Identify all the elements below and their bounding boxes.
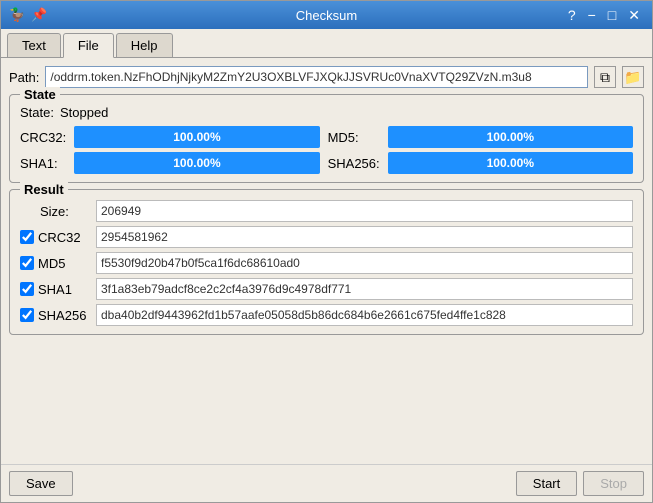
sha1-label-container: SHA1 xyxy=(20,282,90,297)
sha256-progress-bar: 100.00% xyxy=(388,152,633,174)
title-bar: 🦆 📌 Checksum ? − □ ✕ xyxy=(1,1,652,29)
crc32-input[interactable] xyxy=(96,226,633,248)
md5-label: MD5 xyxy=(38,256,65,271)
md5-progress-bar: 100.00% xyxy=(388,126,633,148)
browse-button[interactable]: 📁 xyxy=(622,66,644,88)
path-input[interactable] xyxy=(45,66,588,88)
minimize-button[interactable]: − xyxy=(584,8,600,22)
crc32-row: CRC32 xyxy=(20,226,633,248)
md5-label-container: MD5 xyxy=(20,256,90,271)
state-group-title: State xyxy=(20,87,60,102)
size-input[interactable] xyxy=(96,200,633,222)
sha1-input[interactable] xyxy=(96,278,633,300)
crc32-progress-bar: 100.00% xyxy=(74,126,319,148)
result-grid: Size: CRC32 MD5 xyxy=(20,200,633,326)
state-group: State State: Stopped CRC32: 100.00% MD5:… xyxy=(9,94,644,183)
help-button[interactable]: ? xyxy=(564,8,580,22)
window-title: Checksum xyxy=(296,8,357,23)
main-window: 🦆 📌 Checksum ? − □ ✕ Text File Help Path… xyxy=(0,0,653,503)
sha1-row: SHA1 xyxy=(20,278,633,300)
crc32-progress-value: 100.00% xyxy=(173,130,220,144)
state-label: State: xyxy=(20,105,54,120)
title-bar-buttons: ? − □ ✕ xyxy=(564,8,644,22)
md5-progress-label: MD5: xyxy=(328,130,380,145)
sha256-label-container: SHA256 xyxy=(20,308,90,323)
sha1-progress-label: SHA1: xyxy=(20,156,66,171)
crc32-checkbox[interactable] xyxy=(20,230,34,244)
size-label: Size: xyxy=(40,204,69,219)
sha256-input[interactable] xyxy=(96,304,633,326)
md5-progress-value: 100.00% xyxy=(487,130,534,144)
pin-icon: 📌 xyxy=(31,7,47,23)
bottom-left: Save xyxy=(9,471,73,496)
md5-row: MD5 xyxy=(20,252,633,274)
folder-icon: 📁 xyxy=(624,69,641,86)
path-label: Path: xyxy=(9,70,39,85)
size-row: Size: xyxy=(20,200,633,222)
state-value: Stopped xyxy=(60,105,108,120)
tab-help[interactable]: Help xyxy=(116,33,173,57)
sha256-checkbox[interactable] xyxy=(20,308,34,322)
start-button[interactable]: Start xyxy=(516,471,577,496)
crc32-label-container: CRC32 xyxy=(20,230,90,245)
result-group-title: Result xyxy=(20,182,68,197)
size-label-container: Size: xyxy=(20,204,90,219)
copy-icon: ⧉ xyxy=(600,69,610,86)
sha256-row: SHA256 xyxy=(20,304,633,326)
save-button[interactable]: Save xyxy=(9,471,73,496)
title-bar-left: 🦆 📌 xyxy=(9,7,47,23)
maximize-button[interactable]: □ xyxy=(604,8,620,22)
tab-text[interactable]: Text xyxy=(7,33,61,57)
result-group: Result Size: CRC32 xyxy=(9,189,644,335)
app-icon: 🦆 xyxy=(9,7,25,23)
sha1-label: SHA1 xyxy=(38,282,72,297)
sha1-checkbox[interactable] xyxy=(20,282,34,296)
state-status-row: State: Stopped xyxy=(20,105,633,120)
tab-bar: Text File Help xyxy=(1,29,652,58)
sha256-progress-label: SHA256: xyxy=(328,156,380,171)
md5-input[interactable] xyxy=(96,252,633,274)
crc32-progress-label: CRC32: xyxy=(20,130,66,145)
md5-checkbox[interactable] xyxy=(20,256,34,270)
crc32-label: CRC32 xyxy=(38,230,81,245)
stop-button[interactable]: Stop xyxy=(583,471,644,496)
content-area: Path: ⧉ 📁 State State: Stopped CRC32: 10… xyxy=(1,58,652,464)
bottom-bar: Save Start Stop xyxy=(1,464,652,502)
sha256-label: SHA256 xyxy=(38,308,86,323)
close-button[interactable]: ✕ xyxy=(624,8,644,22)
bottom-right: Start Stop xyxy=(516,471,644,496)
sha256-progress-value: 100.00% xyxy=(487,156,534,170)
sha1-progress-bar: 100.00% xyxy=(74,152,319,174)
path-row: Path: ⧉ 📁 xyxy=(9,66,644,88)
copy-button[interactable]: ⧉ xyxy=(594,66,616,88)
progress-grid: CRC32: 100.00% MD5: 100.00% SHA1: 100.00… xyxy=(20,126,633,174)
sha1-progress-value: 100.00% xyxy=(173,156,220,170)
tab-file[interactable]: File xyxy=(63,33,114,58)
